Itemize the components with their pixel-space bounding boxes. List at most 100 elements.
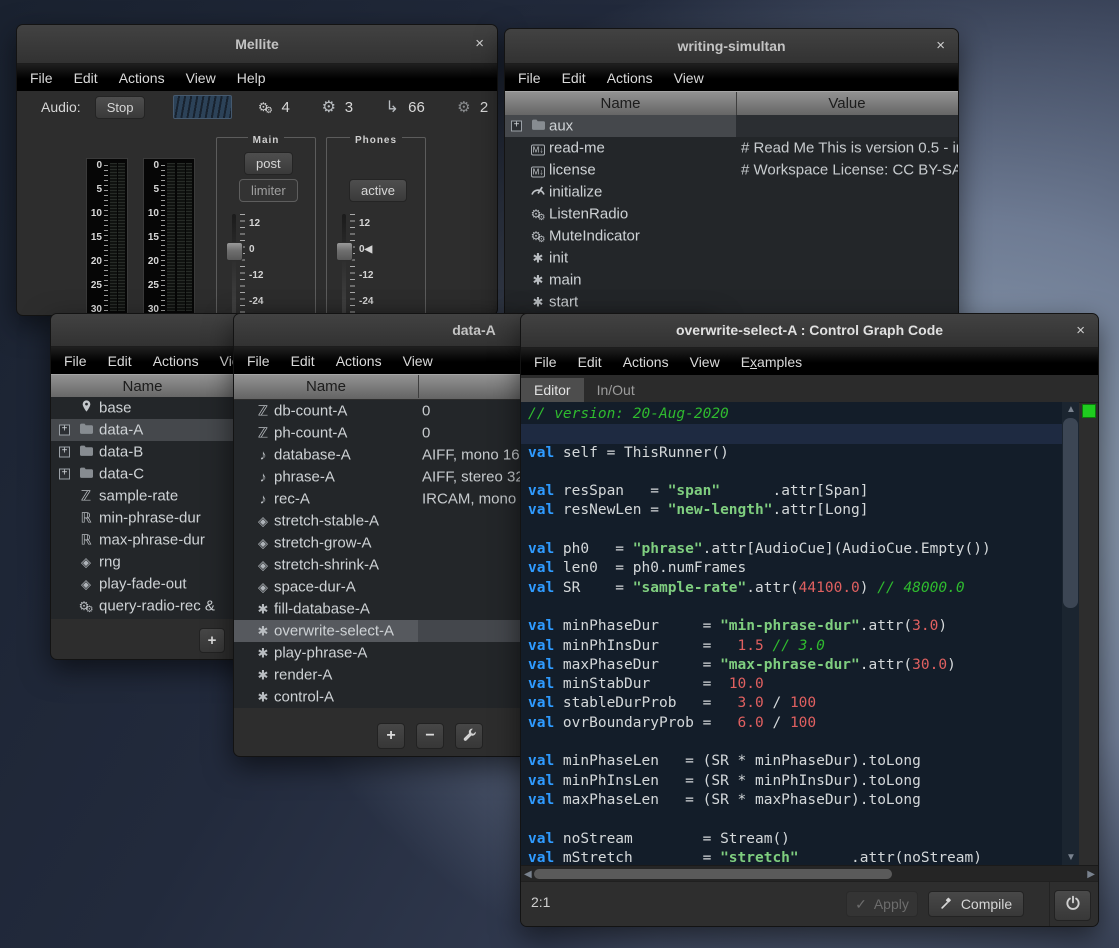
menu-actions[interactable]: Actions [607, 70, 653, 86]
active-toggle[interactable]: active [349, 179, 407, 202]
menu-file[interactable]: File [247, 353, 270, 369]
apply-button[interactable]: ✓ Apply [846, 891, 918, 917]
close-icon[interactable]: × [936, 29, 945, 63]
edit-button[interactable] [455, 723, 483, 749]
menu-file[interactable]: File [534, 354, 557, 370]
horizontal-scrollbar[interactable]: ◀ ▶ [521, 865, 1098, 882]
post-button[interactable]: post [244, 152, 293, 175]
scroll-up-icon[interactable]: ▲ [1066, 404, 1076, 415]
code-line[interactable]: val len0 = ph0.numFrames [528, 559, 1068, 578]
menu-actions[interactable]: Actions [153, 353, 199, 369]
list-item-ListenRadio[interactable]: ⚙⚙ListenRadio [505, 203, 958, 225]
menu-file[interactable]: File [30, 70, 53, 86]
list-item-initialize[interactable]: initialize [505, 181, 958, 203]
list-item-main[interactable]: ✱main [505, 269, 958, 291]
scroll-down-icon[interactable]: ▼ [1066, 852, 1076, 863]
phones-fader-thumb[interactable] [336, 242, 353, 261]
menubar[interactable]: File Edit Actions View [505, 64, 958, 91]
menu-view[interactable]: View [403, 353, 433, 369]
list-item-MuteIndicator[interactable]: ⚙⚙MuteIndicator [505, 225, 958, 247]
tab-inout[interactable]: In/Out [584, 378, 648, 402]
list-item-read-me[interactable]: M↓read-me# Read Me This is version 0.5 -… [505, 137, 958, 159]
titlebar[interactable]: overwrite-select-A : Control Graph Code … [521, 314, 1098, 348]
code-line[interactable]: val ph0 = "phrase".attr[AudioCue](AudioC… [528, 540, 1068, 559]
stop-button[interactable]: Stop [95, 96, 146, 119]
close-icon[interactable]: × [475, 25, 484, 63]
code-line[interactable]: val minStabDur = 10.0 [528, 675, 1068, 694]
menu-examples[interactable]: Examples [741, 354, 802, 370]
code-line[interactable]: val minPhInsDur = 1.5 // 3.0 [528, 637, 1068, 656]
menu-edit[interactable]: Edit [74, 70, 98, 86]
expander-icon[interactable]: + [59, 447, 70, 458]
menu-edit[interactable]: Edit [291, 353, 315, 369]
expander-icon[interactable]: + [59, 425, 70, 436]
compile-button[interactable]: Compile [928, 891, 1024, 917]
menu-actions[interactable]: Actions [336, 353, 382, 369]
menu-edit[interactable]: Edit [562, 70, 586, 86]
menu-view[interactable]: View [674, 70, 704, 86]
column-header[interactable]: Name Value [505, 91, 958, 116]
code-line[interactable]: val minPhInsLen = (SR * minPhInsDur).toL… [528, 772, 1068, 791]
phones-fader-track[interactable] [342, 214, 346, 314]
code-line[interactable]: val minPhaseLen = (SR * minPhaseDur).toL… [528, 752, 1068, 771]
expander-icon[interactable]: + [59, 469, 70, 480]
menubar[interactable]: File Edit Actions View Help [17, 64, 497, 91]
window-writing-simultan[interactable]: writing-simultan × File Edit Actions View N… [504, 28, 959, 322]
vertical-scrollbar[interactable]: ▲ ▼ [1062, 402, 1079, 865]
column-value[interactable]: Value [737, 92, 957, 115]
scroll-left-icon[interactable]: ◀ [524, 869, 532, 880]
tab-editor[interactable]: Editor [521, 378, 584, 402]
column-name[interactable]: Name [234, 375, 419, 398]
code-line[interactable]: val maxPhaseDur = "max-phrase-dur".attr(… [528, 656, 1068, 675]
code-line[interactable]: val resNewLen = "new-length".attr[Long] [528, 501, 1068, 520]
window-mellite[interactable]: Mellite × FileEditActionsViewHelp Audio:… [16, 24, 498, 316]
code-line[interactable]: val noStream = Stream() [528, 830, 1068, 849]
menu-actions[interactable]: Actions [623, 354, 669, 370]
code-line[interactable] [528, 521, 1068, 540]
menu-view[interactable]: View [690, 354, 720, 370]
list-item-aux[interactable]: +aux [505, 115, 958, 137]
titlebar[interactable]: writing-simultan × [505, 29, 958, 64]
menu-actions[interactable]: Actions [119, 70, 165, 86]
list-item-license[interactable]: M↓license# Workspace License: CC BY-SA 4… [505, 159, 958, 181]
column-name[interactable]: Name [505, 92, 737, 115]
code-editor[interactable]: // version: 20-Aug-2020 val self = ThisR… [521, 402, 1079, 865]
window-code-editor[interactable]: overwrite-select-A : Control Graph Code … [520, 313, 1099, 927]
main-fader-thumb[interactable] [226, 242, 243, 261]
power-button[interactable] [1054, 890, 1091, 921]
scroll-right-icon[interactable]: ▶ [1087, 869, 1095, 880]
code-line[interactable]: val stableDurProb = 3.0 / 100 [528, 694, 1068, 713]
code-line[interactable] [528, 598, 1068, 617]
add-button[interactable]: + [377, 723, 405, 749]
code-line[interactable]: val self = ThisRunner() [528, 444, 1068, 463]
menu-file[interactable]: File [64, 353, 87, 369]
code-line[interactable]: val maxPhaseLen = (SR * maxPhaseDur).toL… [528, 791, 1068, 810]
menu-edit[interactable]: Edit [578, 354, 602, 370]
list-item-init[interactable]: ✱init [505, 247, 958, 269]
menu-help[interactable]: Help [237, 70, 266, 86]
add-button[interactable]: + [199, 628, 225, 653]
menu-file[interactable]: File [518, 70, 541, 86]
main-fader-track[interactable] [232, 214, 236, 314]
code-line[interactable] [528, 810, 1068, 829]
expander-icon[interactable]: + [511, 121, 522, 132]
remove-button[interactable]: − [416, 723, 444, 749]
close-icon[interactable]: × [1076, 314, 1085, 347]
list-item-start[interactable]: ✱start [505, 291, 958, 313]
column-name[interactable]: Name [51, 375, 235, 398]
menu-view[interactable]: View [186, 70, 216, 86]
menu-edit[interactable]: Edit [108, 353, 132, 369]
titlebar[interactable]: Mellite × [17, 25, 497, 64]
horizontal-scroll-thumb[interactable] [534, 869, 892, 879]
code-line[interactable]: // version: 20-Aug-2020 [528, 405, 1068, 424]
code-line[interactable]: val resSpan = "span" .attr[Span] [528, 482, 1068, 501]
vertical-scroll-thumb[interactable] [1063, 418, 1078, 608]
code-line[interactable]: val minPhaseDur = "min-phrase-dur".attr(… [528, 617, 1068, 636]
limiter-toggle[interactable]: limiter [239, 179, 298, 202]
code-line[interactable] [528, 463, 1068, 482]
code-line[interactable]: val SR = "sample-rate".attr(44100.0) // … [528, 579, 1068, 598]
menubar[interactable]: File Edit Actions View Examples [521, 348, 1098, 375]
code-line[interactable]: val mStretch = "stretch" .attr(noStream) [528, 849, 1068, 865]
code-line[interactable] [528, 733, 1068, 752]
code-line[interactable]: val ovrBoundaryProb = 6.0 / 100 [528, 714, 1068, 733]
